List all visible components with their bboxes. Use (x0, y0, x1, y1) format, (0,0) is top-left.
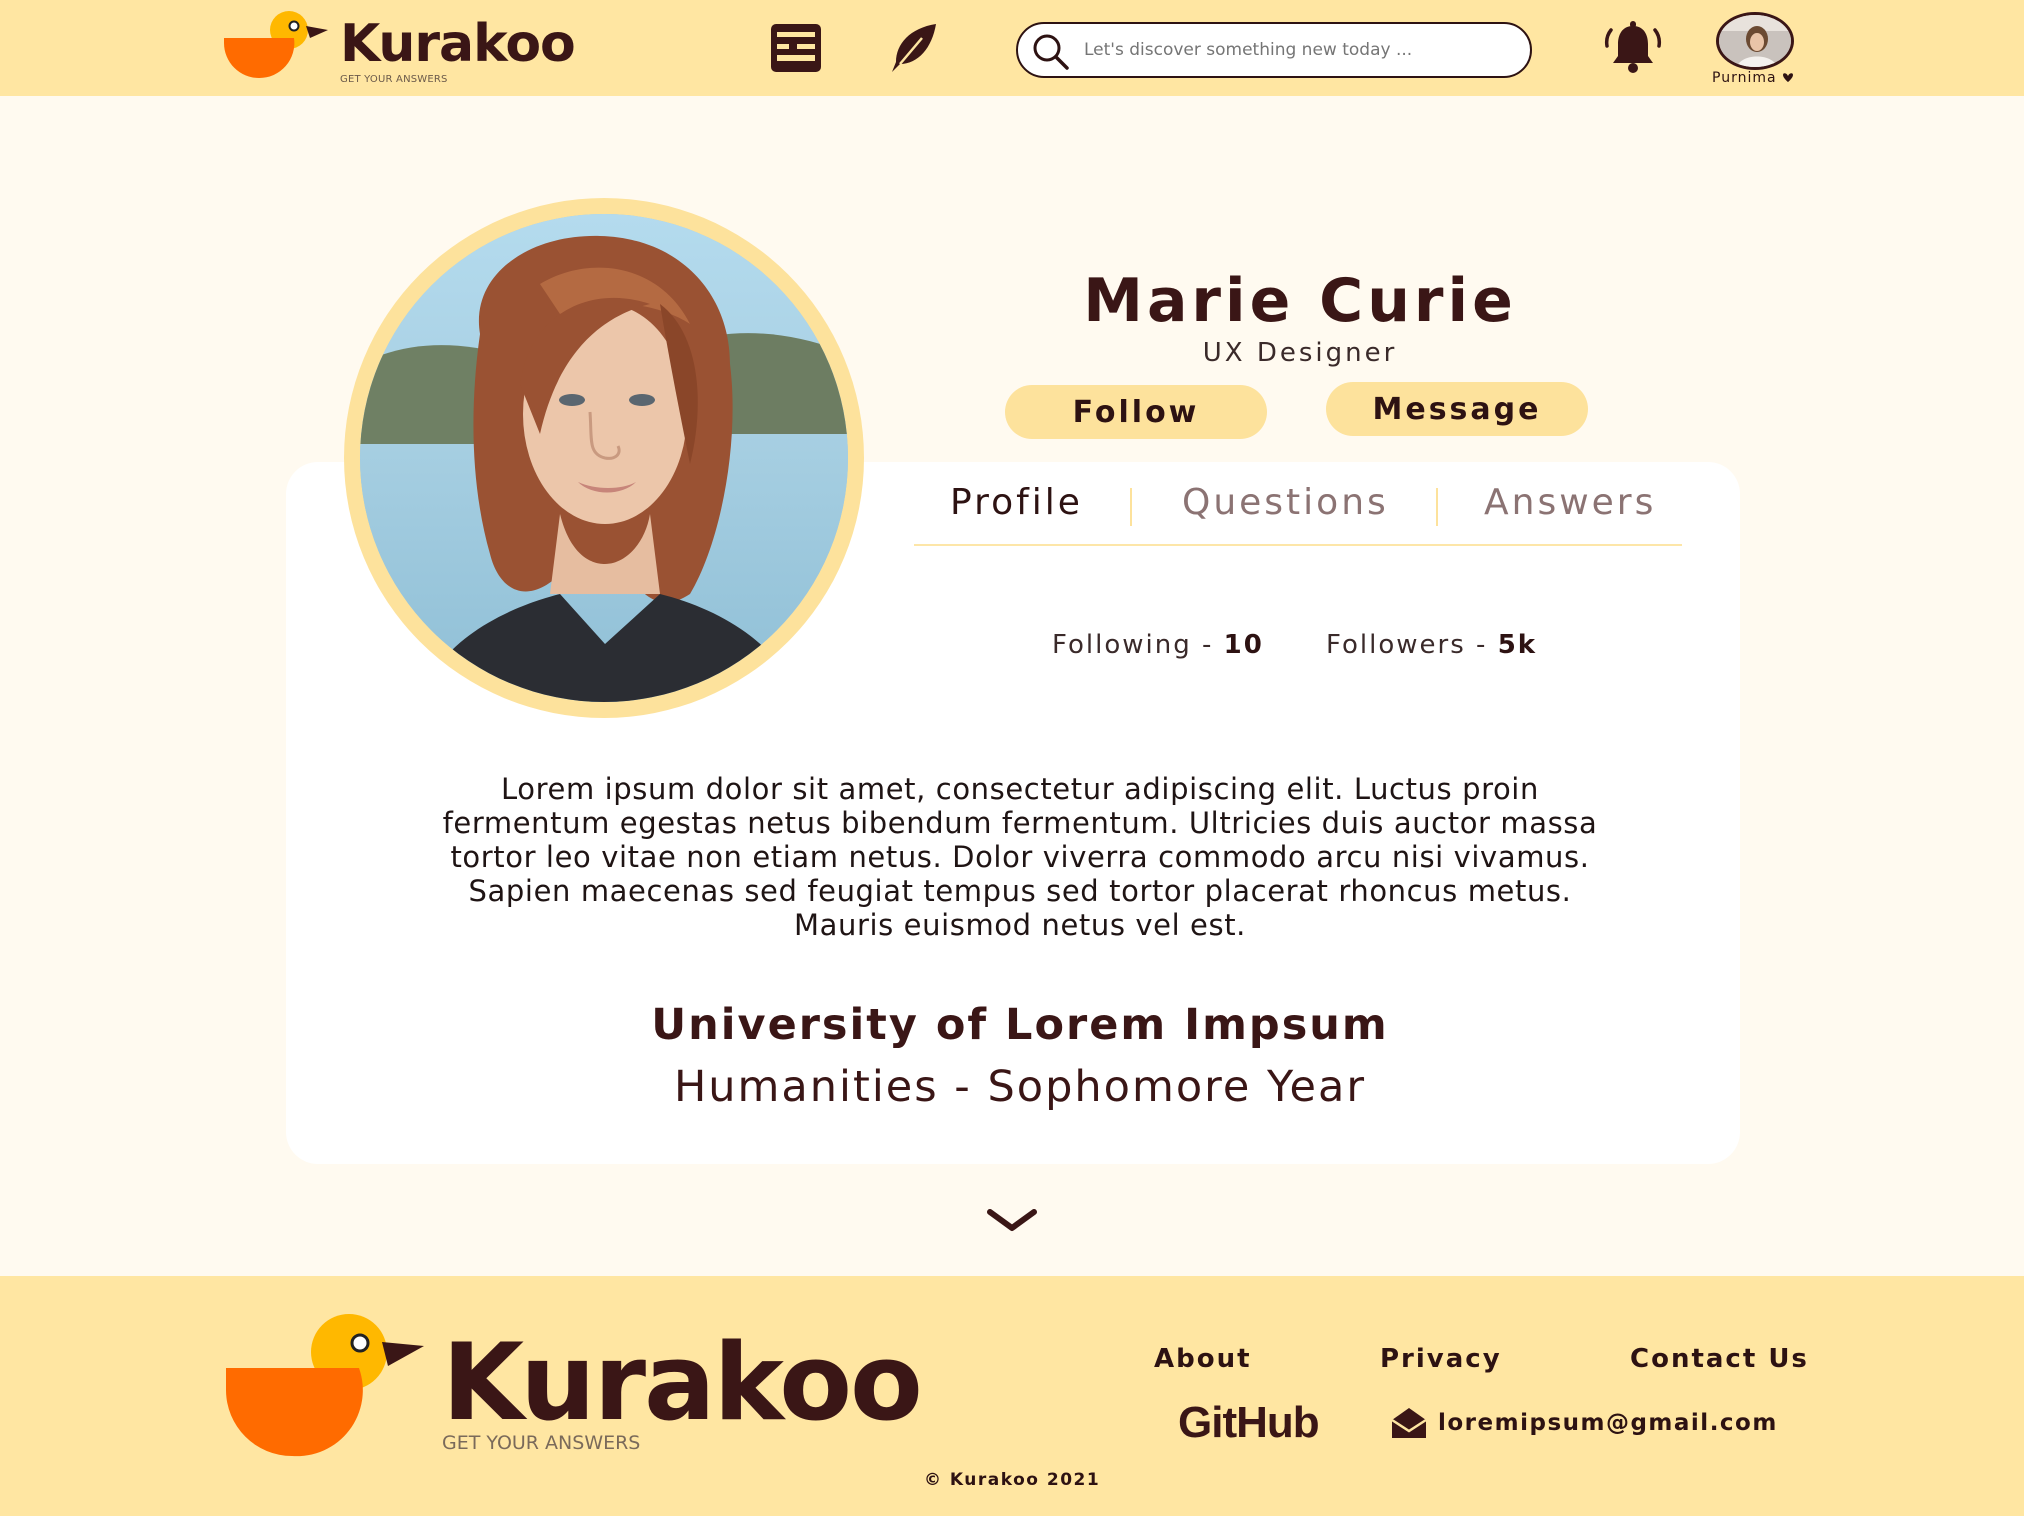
header-logo[interactable]: Kurakoo GET YOUR ANSWERS (224, 8, 576, 88)
following-label: Following - (1052, 630, 1224, 660)
followers-count: 5k (1497, 630, 1538, 660)
user-name: Purnima (1712, 70, 1777, 86)
footer-link-contact[interactable]: Contact Us (1630, 1344, 1809, 1374)
search-input[interactable] (1084, 36, 1504, 64)
bell-icon[interactable] (1604, 20, 1662, 80)
copyright: © Kurakoo 2021 (924, 1470, 1101, 1490)
profile-university: University of Lorem Impsum (651, 1000, 1389, 1050)
chevron-down-icon[interactable] (984, 1206, 1040, 1240)
follow-button[interactable]: Follow (1005, 385, 1267, 439)
footer-tagline: GET YOUR ANSWERS (442, 1432, 641, 1454)
tab-divider (1436, 488, 1438, 526)
tab-questions[interactable]: Questions (1182, 482, 1389, 523)
footer-email[interactable]: loremipsum@gmail.com (1438, 1410, 1778, 1436)
footer-link-about[interactable]: About (1154, 1344, 1252, 1374)
top-navbar: Kurakoo GET YOUR ANSWERS Let's discover … (0, 0, 2024, 96)
envelope-icon (1391, 1408, 1427, 1438)
kurakoo-duck-logo (226, 1314, 424, 1457)
tab-answers[interactable]: Answers (1484, 482, 1656, 523)
profile-name: Marie Curie (1083, 266, 1517, 336)
profile-major: Humanities - Sophomore Year (673, 1062, 1367, 1112)
caret-down-icon (1783, 73, 1794, 82)
news-icon[interactable] (770, 22, 822, 78)
quill-icon[interactable] (888, 22, 940, 78)
profile-title: UX Designer (1202, 338, 1398, 368)
profile-tabs: Profile Questions Answers (914, 470, 1682, 546)
footer-logo[interactable]: Kurakoo GET YOUR ANSWERS (224, 1310, 923, 1460)
github-link[interactable]: GitHub (1178, 1398, 1320, 1448)
following-stat[interactable]: Following - 10 (1052, 630, 1264, 660)
user-menu[interactable]: Purnima (1712, 70, 1794, 86)
footer-brand: Kurakoo (442, 1321, 923, 1444)
profile-photo (360, 214, 848, 702)
following-count: 10 (1223, 630, 1264, 660)
user-avatar[interactable] (1716, 12, 1794, 70)
message-button[interactable]: Message (1326, 382, 1588, 436)
profile-bio: Lorem ipsum dolor sit amet, consectetur … (442, 772, 1598, 942)
footer-link-privacy[interactable]: Privacy (1380, 1344, 1502, 1374)
followers-stat[interactable]: Followers - 5k (1326, 630, 1537, 660)
followers-label: Followers - (1326, 630, 1498, 660)
header-tagline: GET YOUR ANSWERS (340, 74, 448, 85)
tab-divider (1130, 488, 1132, 526)
search-icon (1033, 34, 1069, 70)
kurakoo-duck-logo (224, 11, 328, 79)
search-bar[interactable] (1016, 22, 1532, 78)
tab-profile[interactable]: Profile (950, 482, 1083, 523)
header-brand: Kurakoo (340, 14, 576, 74)
